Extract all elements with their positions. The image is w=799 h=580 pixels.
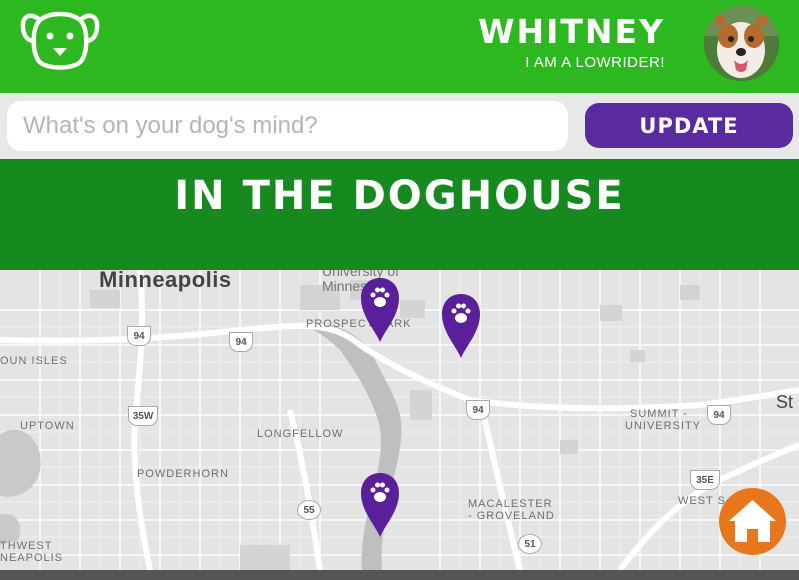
highway-shield: 51 bbox=[518, 534, 542, 554]
user-tagline: I AM A LOWRIDER! bbox=[525, 54, 665, 71]
map-label-neighborhood: NEAPOLIS bbox=[0, 552, 64, 564]
map-pin-paw-icon[interactable] bbox=[440, 292, 482, 360]
footer-bar bbox=[0, 570, 799, 580]
map-label-neighborhood: UNIVERSITY bbox=[625, 420, 702, 432]
map-pin-paw-icon[interactable] bbox=[359, 471, 401, 539]
highway-shield: 94 bbox=[127, 326, 151, 346]
dog-avatar[interactable] bbox=[704, 6, 779, 81]
map-label-neighborhood: SUMMIT - bbox=[630, 408, 688, 420]
home-icon bbox=[729, 500, 776, 542]
map-label-neighborhood: OUN ISLES bbox=[0, 355, 68, 367]
home-button[interactable] bbox=[719, 488, 786, 555]
map-label-neighborhood: MACALESTER bbox=[468, 498, 553, 510]
map-label-neighborhood: LONGFELLOW bbox=[257, 428, 344, 440]
highway-shield: 55 bbox=[297, 500, 321, 520]
username: WHITNEY bbox=[478, 12, 665, 51]
map-label-city: Minneapolis bbox=[99, 270, 232, 292]
highway-shield: 35W bbox=[128, 406, 158, 426]
status-input[interactable] bbox=[7, 101, 568, 151]
app-header: WHITNEY I AM A LOWRIDER! bbox=[0, 0, 799, 93]
highway-shield: 94 bbox=[229, 332, 253, 352]
map-label-st: St bbox=[776, 392, 794, 412]
section-title: IN THE DOGHOUSE bbox=[174, 173, 625, 219]
highway-shield: 94 bbox=[466, 400, 490, 420]
map-view[interactable]: Minneapolis University of Minnesota PROS… bbox=[0, 270, 799, 570]
map-label-neighborhood: THWEST bbox=[0, 540, 53, 552]
highway-shield: 94 bbox=[707, 405, 731, 425]
map-label-neighborhood: POWDERHORN bbox=[137, 468, 229, 480]
dog-face-icon[interactable] bbox=[20, 6, 100, 74]
update-button[interactable]: UPDATE bbox=[585, 103, 793, 148]
highway-shield: 35E bbox=[690, 470, 720, 490]
map-label-neighborhood: UPTOWN bbox=[20, 420, 75, 432]
map-label-neighborhood: - GROVELAND bbox=[468, 510, 555, 522]
post-bar: UPDATE bbox=[0, 93, 799, 159]
map-pin-paw-icon[interactable] bbox=[359, 276, 401, 344]
section-banner: IN THE DOGHOUSE bbox=[0, 159, 799, 270]
